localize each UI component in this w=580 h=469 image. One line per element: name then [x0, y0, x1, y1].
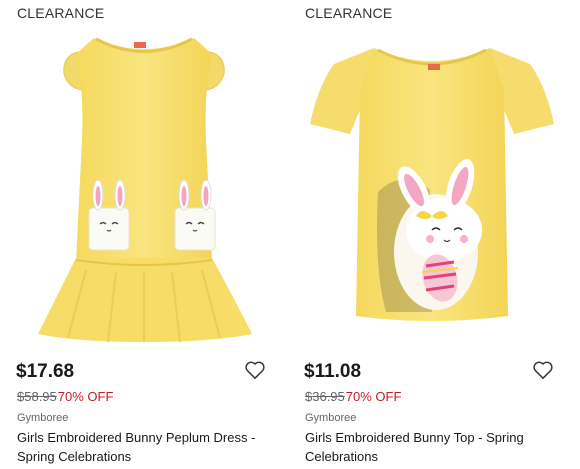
brand-name: Gymboree — [17, 412, 69, 424]
discount-label: 70% OFF — [345, 389, 402, 404]
original-price: $58.95 — [17, 389, 57, 404]
dress-illustration — [38, 37, 252, 343]
discount-label: 70% OFF — [57, 389, 114, 404]
top-illustration — [310, 48, 554, 321]
clearance-badge: CLEARANCE — [305, 5, 393, 21]
sale-price: $11.08 — [304, 361, 362, 382]
product-image-dress[interactable] — [16, 30, 272, 345]
price-details: $58.9570% OFF — [17, 389, 113, 404]
sale-price: $17.68 — [16, 361, 75, 382]
favorite-heart-icon[interactable] — [532, 360, 554, 380]
price-details: $36.9570% OFF — [305, 389, 401, 404]
product-title-link[interactable]: Girls Embroidered Bunny Peplum Dress - S… — [17, 428, 287, 466]
product-title-link[interactable]: Girls Embroidered Bunny Top - Spring Cel… — [305, 428, 575, 466]
product-image-top[interactable] — [304, 30, 560, 345]
original-price: $36.95 — [305, 389, 345, 404]
clearance-badge: CLEARANCE — [17, 5, 105, 21]
product-card[interactable]: CLEARANCE — [16, 0, 288, 469]
product-card[interactable]: CLEARANCE — [304, 0, 576, 469]
favorite-heart-icon[interactable] — [244, 360, 266, 380]
brand-name: Gymboree — [305, 412, 357, 424]
